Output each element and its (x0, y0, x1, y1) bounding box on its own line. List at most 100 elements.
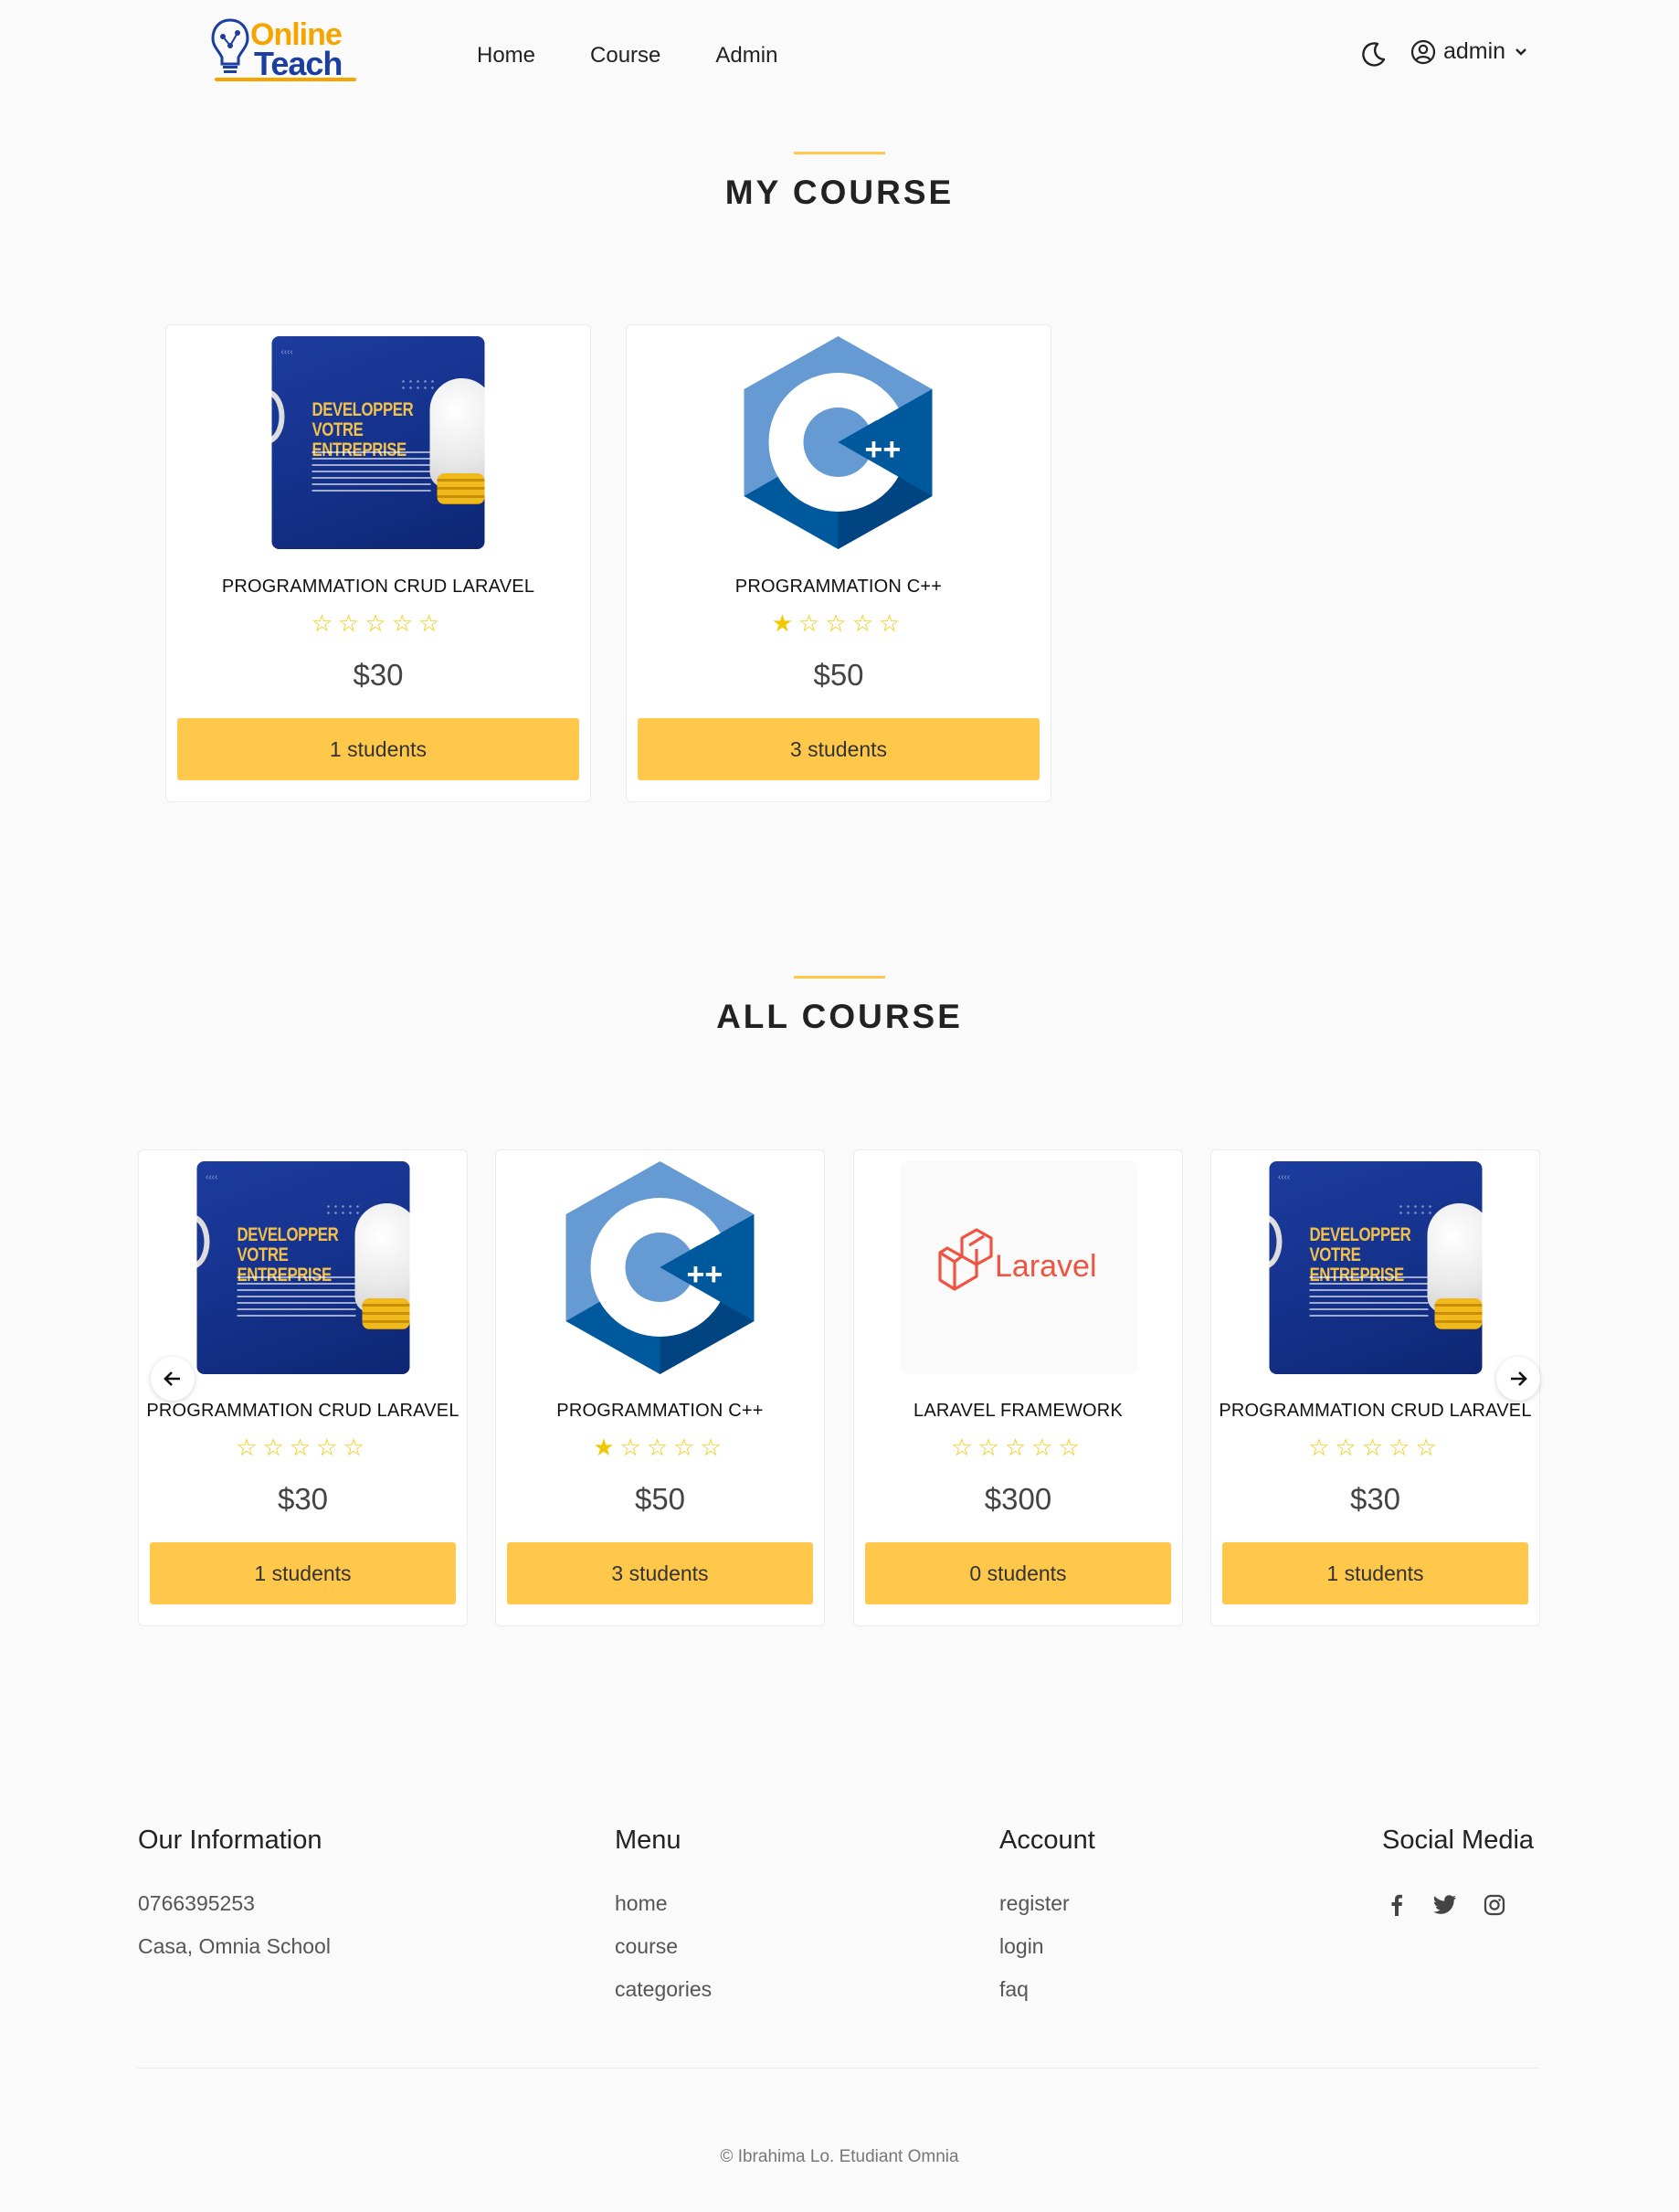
dark-mode-toggle[interactable] (1359, 39, 1389, 69)
course-title[interactable]: PROGRAMMATION C++ (627, 577, 1051, 598)
course-title[interactable]: PROGRAMMATION CRUD LARAVEL (139, 1401, 467, 1422)
course-thumbnail[interactable]: ‹‹‹‹ DEVELOPPER VOTRE ENTREPRISE (196, 1161, 409, 1374)
course-card[interactable]: ‹‹‹‹ DEVELOPPER VOTRE ENTREPRISE PROGRAMM… (1210, 1149, 1540, 1626)
decor-ring (196, 1214, 209, 1269)
course-price: $50 (634, 1482, 686, 1516)
course-title[interactable]: PROGRAMMATION C++ (496, 1401, 824, 1422)
footer-menu-title: Menu (615, 1826, 681, 1855)
cpp-logo-icon: ++ (565, 1161, 754, 1374)
footer-account-title: Account (999, 1826, 1095, 1855)
decor-dots (324, 1203, 361, 1216)
course-thumbnail[interactable]: ++ (732, 336, 945, 549)
rating-stars[interactable]: ☆☆☆☆☆ (854, 1434, 1182, 1460)
thumb-body-text (1309, 1276, 1428, 1317)
course-price: $50 (813, 658, 864, 692)
footer-link-course[interactable]: course (615, 1934, 678, 1959)
students-button[interactable]: 1 students (177, 718, 579, 780)
students-button[interactable]: 1 students (150, 1542, 456, 1604)
brand-underline (215, 78, 356, 81)
footer-phone: 0766395253 (138, 1891, 255, 1915)
footer-divider (137, 2068, 1540, 2069)
my-course-card[interactable]: ++ PROGRAMMATION C++ ★☆☆☆☆ $50 3 student… (626, 324, 1051, 802)
rating-stars[interactable]: ☆☆☆☆☆ (139, 1434, 467, 1460)
facebook-icon[interactable] (1383, 1891, 1410, 1919)
cpp-logo-icon: ++ (744, 336, 933, 549)
course-thumbnail[interactable]: Laravel (899, 1161, 1137, 1374)
carousel-prev-button[interactable] (151, 1357, 195, 1401)
bulb-base (362, 1298, 409, 1329)
brand-word-2: Teach (254, 45, 343, 82)
course-title[interactable]: PROGRAMMATION CRUD LARAVEL (1211, 1401, 1539, 1422)
thumb-body-text (237, 1276, 355, 1317)
bulb-illustration (1427, 1203, 1482, 1313)
lightbulb-icon (211, 18, 249, 73)
thumb-headline-1: DEVELOPPER (312, 399, 414, 420)
thumb-body-text (312, 451, 431, 492)
my-course-title: MY COURSE (724, 174, 955, 211)
all-course-title: ALL COURSE (716, 998, 963, 1035)
moon-icon (1362, 42, 1386, 67)
rating-stars[interactable]: ☆☆☆☆☆ (166, 610, 590, 636)
footer-link-categories[interactable]: categories (615, 1977, 712, 2002)
course-price: $30 (277, 1482, 329, 1516)
course-thumbnail[interactable]: ‹‹‹‹ DEVELOPPER VOTRE ENTREPRISE (1269, 1161, 1482, 1374)
students-button[interactable]: 3 students (507, 1542, 813, 1604)
bulb-illustration (354, 1203, 409, 1313)
thumb-headline-1: DEVELOPPER (237, 1224, 338, 1245)
laravel-wordmark: Laravel (995, 1249, 1097, 1284)
nav-home[interactable]: Home (477, 42, 535, 69)
decor-arrows: ‹‹‹‹ (206, 1172, 218, 1182)
course-title[interactable]: PROGRAMMATION CRUD LARAVEL (166, 577, 590, 598)
main-menu: Home Course Admin (477, 42, 832, 69)
bulb-illustration (429, 378, 485, 488)
user-menu[interactable]: admin (1410, 38, 1529, 65)
thumb-headline-1: DEVELOPPER (1309, 1224, 1410, 1245)
course-price: $30 (1349, 1482, 1401, 1516)
rating-stars[interactable]: ★☆☆☆☆ (627, 610, 1051, 636)
user-circle-icon (1410, 39, 1436, 64)
course-card[interactable]: Laravel LARAVEL FRAMEWORK ☆☆☆☆☆ $300 0 s… (853, 1149, 1183, 1626)
section-divider (794, 976, 885, 979)
course-thumbnail[interactable]: ++ (554, 1161, 766, 1374)
nav-admin[interactable]: Admin (715, 42, 777, 69)
instagram-icon[interactable] (1481, 1891, 1508, 1919)
footer-address: Casa, Omnia School (138, 1934, 331, 1958)
nav-course[interactable]: Course (590, 42, 660, 69)
section-divider (794, 152, 885, 154)
rating-stars[interactable]: ★☆☆☆☆ (496, 1434, 824, 1460)
footer-link-home[interactable]: home (615, 1891, 668, 1916)
footer-social-title: Social Media (1382, 1826, 1535, 1855)
course-title[interactable]: LARAVEL FRAMEWORK (854, 1401, 1182, 1422)
brand-logo[interactable]: Online Teach (210, 16, 356, 84)
user-name: admin (1443, 38, 1506, 64)
cpp-plus-text: ++ (686, 1257, 723, 1292)
decor-dots (1397, 1203, 1433, 1216)
students-button[interactable]: 0 students (865, 1542, 1171, 1604)
copyright-text: © Ibrahima Lo. Etudiant Omnia (720, 2147, 959, 2166)
course-card[interactable]: ++ PROGRAMMATION C++ ★☆☆☆☆ $50 3 student… (495, 1149, 825, 1626)
students-button[interactable]: 1 students (1222, 1542, 1528, 1604)
decor-arrows: ‹‹‹‹ (1278, 1172, 1291, 1182)
students-button[interactable]: 3 students (638, 718, 1040, 780)
chevron-down-icon (1515, 48, 1526, 56)
decor-arrows: ‹‹‹‹ (280, 347, 293, 357)
course-price: $300 (984, 1482, 1052, 1516)
footer-link-register[interactable]: register (999, 1891, 1070, 1916)
arrow-left-icon (164, 1371, 180, 1386)
twitter-icon[interactable] (1431, 1891, 1459, 1919)
decor-ring (1269, 1214, 1282, 1269)
bulb-base (1434, 1298, 1482, 1329)
footer-link-faq[interactable]: faq (999, 1977, 1029, 2002)
course-price: $30 (353, 658, 404, 692)
my-course-card[interactable]: ‹‹‹‹ DEVELOPPER VOTRE ENTREPRISE PROGRAMM… (165, 324, 591, 802)
footer-link-login[interactable]: login (999, 1934, 1044, 1959)
bulb-base (437, 473, 485, 504)
course-thumbnail[interactable]: ‹‹‹‹ DEVELOPPER VOTRE ENTREPRISE (271, 336, 485, 549)
rating-stars[interactable]: ☆☆☆☆☆ (1211, 1434, 1539, 1460)
laravel-logo-icon: Laravel (937, 1228, 1097, 1291)
footer-info-title: Our Information (138, 1826, 322, 1855)
top-navbar: Online Teach Home Course Admin admin (0, 0, 1679, 111)
cpp-plus-text: ++ (865, 432, 902, 467)
decor-dots (399, 378, 437, 391)
carousel-next-button[interactable] (1496, 1357, 1540, 1401)
